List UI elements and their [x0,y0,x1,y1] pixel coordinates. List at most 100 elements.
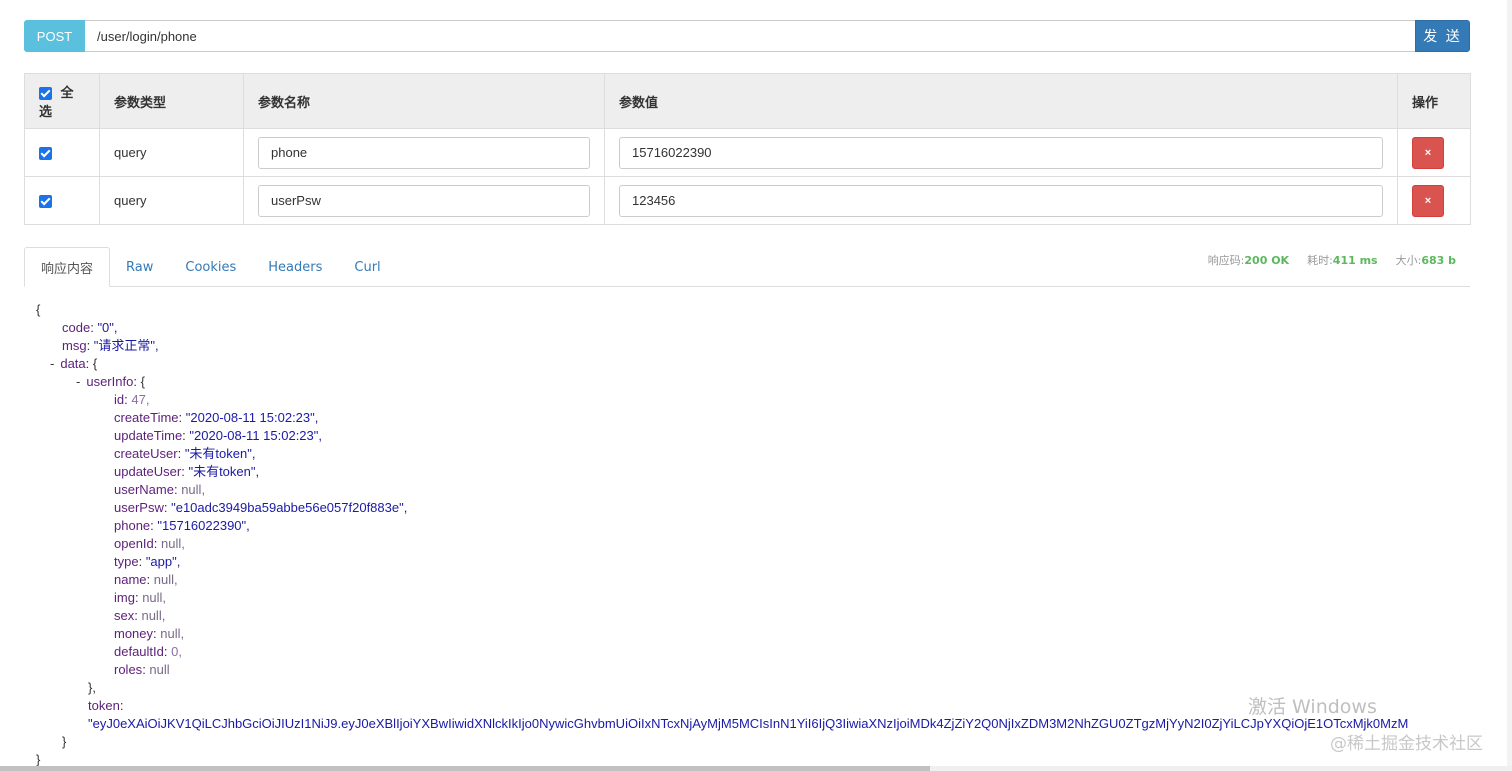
json-key: userPsw [114,500,164,515]
param-name-input[interactable]: userPsw [258,184,590,217]
site-watermark: @稀土掘金技术社区 [1330,734,1483,754]
json-key: code [62,320,91,335]
action-header: 操作 [1397,73,1471,129]
json-line: roles: null [114,662,170,677]
json-key: phone [114,518,151,533]
vertical-scrollbar[interactable] [1507,0,1512,771]
json-line: createUser: "未有token", [114,446,256,461]
json-line: { [36,301,1506,319]
tab-raw[interactable]: Raw [110,247,169,287]
params-header-row: 全选 参数类型 参数名称 参数值 操作 [24,73,1471,129]
json-key: data [60,356,86,371]
send-button[interactable]: 发 送 [1415,20,1470,52]
select-all-header: 全选 [24,73,100,129]
json-key: token [88,698,120,713]
json-line: sex: null, [114,608,166,623]
param-value-input[interactable]: 15716022390 [619,136,1383,169]
param-name-input[interactable]: phone [258,136,590,169]
json-line: name: null, [114,572,178,587]
json-line: id: 47, [114,392,150,407]
tab-response-content[interactable]: 响应内容 [24,247,111,287]
json-value: } [62,734,67,749]
param-row: query userPsw 123456 × [24,176,1471,225]
json-value: } [36,752,41,767]
json-value: null [149,662,170,677]
json-value: 47, [131,392,150,407]
json-value: { [36,302,41,317]
json-key: roles [114,662,143,677]
tab-curl[interactable]: Curl [338,247,396,287]
tab-headers[interactable]: Headers [252,247,338,287]
param-value-header: 参数值 [604,73,1398,129]
json-key: img [114,590,135,605]
horizontal-scrollbar[interactable] [0,766,1512,771]
param-name-header: 参数名称 [243,73,605,129]
json-value: "15716022390", [157,518,250,533]
json-value: "请求正常", [93,338,159,353]
json-value: null, [161,536,185,551]
json-line: updateUser: "未有token", [114,464,260,479]
json-line: userPsw: "e10adc3949ba59abbe56e057f20f88… [114,500,408,515]
json-value: null, [141,608,166,623]
param-row: query phone 15716022390 × [24,128,1471,177]
method-badge[interactable]: POST [24,20,85,52]
json-line: msg: "请求正常", [62,338,159,353]
collapse-toggle[interactable]: - [76,374,80,389]
json-value: "app", [145,554,181,569]
json-line: type: "app", [114,554,181,569]
json-value: null, [142,590,167,605]
select-all-checkbox[interactable] [39,87,52,100]
json-value: }, [88,680,96,695]
param-value-input[interactable]: 123456 [619,184,1383,217]
json-key: type [114,554,139,569]
json-value: "0", [97,320,118,335]
json-key: msg [62,338,87,353]
delete-param-button[interactable]: × [1412,136,1444,169]
json-line: - data: { [50,356,98,371]
json-value: "2020-08-11 15:02:23", [189,428,322,443]
request-bar: POST 发 送 [24,20,1470,52]
json-value: "未有token", [184,446,256,461]
json-line: money: null, [114,626,185,641]
json-value: { [140,374,145,389]
url-input[interactable] [85,20,1415,52]
windows-activation-watermark: 激活 Windows [1248,696,1377,718]
param-row-checkbox[interactable] [39,147,52,161]
json-value: null, [160,626,185,641]
tab-cookies[interactable]: Cookies [169,247,252,287]
close-icon: × [1424,194,1432,207]
json-line: createTime: "2020-08-11 15:02:23", [114,410,319,425]
json-line: updateTime: "2020-08-11 15:02:23", [114,428,322,443]
json-value: "eyJ0eXAiOiJKV1QiLCJhbGciOiJIUzI1NiJ9.ey… [88,716,1409,731]
json-key: updateUser [114,464,182,479]
delete-param-button[interactable]: × [1412,184,1444,217]
status-stat: 响应码:200 OK [1207,254,1290,267]
json-value: null, [181,482,206,497]
json-key: userName [114,482,174,497]
scrollbar-thumb[interactable] [0,766,930,771]
json-value: "e10adc3949ba59abbe56e057f20f883e", [171,500,408,515]
json-key: name [114,572,147,587]
json-line: } [36,733,1506,751]
json-key: id [114,392,125,407]
json-line: userName: null, [114,482,206,497]
size-stat: 大小:683 b [1395,254,1456,267]
param-type-header: 参数类型 [99,73,244,129]
close-icon: × [1424,146,1432,159]
json-key: createTime [114,410,179,425]
param-row-checkbox[interactable] [39,195,52,209]
json-key: sex [114,608,135,623]
json-value: null, [153,572,178,587]
json-key: updateTime [114,428,183,443]
json-line: - userInfo: { [76,374,145,389]
param-type: query [99,128,244,177]
time-stat: 耗时:411 ms [1307,254,1378,267]
json-key: userInfo [86,374,134,389]
json-value: "未有token", [188,464,260,479]
collapse-toggle[interactable]: - [50,356,54,371]
params-table: 全选 参数类型 参数名称 参数值 操作 query phone 15716022… [24,73,1471,225]
json-line: openId: null, [114,536,185,551]
json-key: money [114,626,154,641]
json-line: code: "0", [62,320,118,335]
json-value: { [92,356,98,371]
